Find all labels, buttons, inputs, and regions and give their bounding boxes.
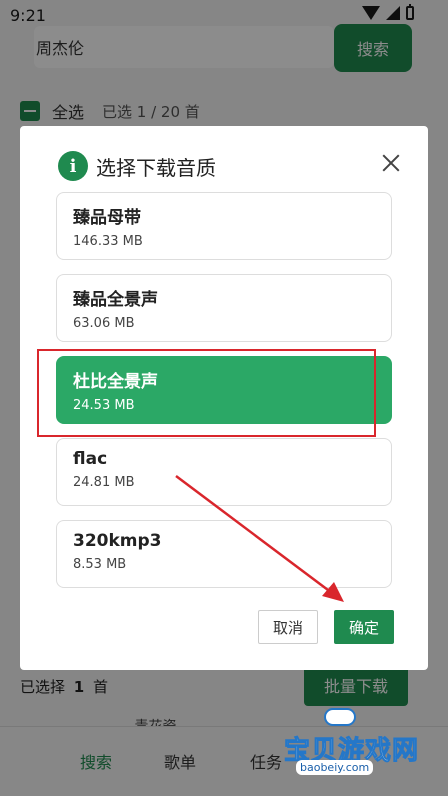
quality-option-master[interactable]: 臻品母带 146.33 MB bbox=[56, 192, 392, 260]
option-size: 24.81 MB bbox=[73, 475, 135, 490]
watermark-url: baobeiy.com bbox=[296, 760, 374, 775]
gamepad-icon bbox=[324, 708, 356, 726]
option-size: 63.06 MB bbox=[73, 316, 135, 331]
quality-option-flac[interactable]: flac 24.81 MB bbox=[56, 438, 392, 506]
close-icon[interactable] bbox=[380, 152, 402, 174]
option-name: 臻品母带 bbox=[73, 208, 141, 228]
option-size: 8.53 MB bbox=[73, 557, 127, 572]
option-size: 146.33 MB bbox=[73, 234, 143, 249]
confirm-button[interactable]: 确定 bbox=[334, 610, 394, 644]
quality-option-mp3[interactable]: 320kmp3 8.53 MB bbox=[56, 520, 392, 588]
cancel-button[interactable]: 取消 bbox=[258, 610, 318, 644]
dialog-title: 选择下载音质 bbox=[96, 155, 216, 180]
option-name: 臻品全景声 bbox=[73, 290, 158, 310]
quality-option-atmos-premium[interactable]: 臻品全景声 63.06 MB bbox=[56, 274, 392, 342]
watermark-logo: 宝贝游戏网 baobeiy.com bbox=[283, 708, 432, 780]
highlight-box bbox=[37, 349, 376, 437]
info-icon: i bbox=[58, 151, 88, 181]
option-name: 320kmp3 bbox=[73, 531, 162, 551]
dialog-header: i 选择下载音质 bbox=[58, 150, 216, 182]
option-name: flac bbox=[73, 449, 108, 469]
